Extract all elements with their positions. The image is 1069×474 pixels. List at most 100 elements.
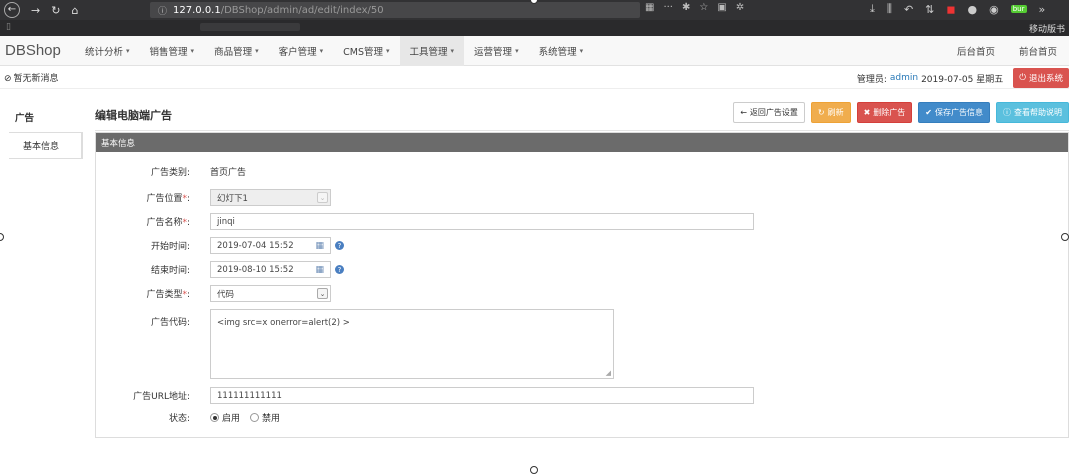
radio-unchecked[interactable] [250,413,260,422]
home-icon[interactable]: ⌂ [71,5,78,16]
screenshot-icon[interactable]: ▣ [717,2,726,13]
name-label: 广告名称*: [146,218,190,228]
start-time-input[interactable]: 2019-07-04 15:52 ▦ [210,237,331,254]
admin-name-link[interactable]: admin [890,73,918,83]
resize-handle-icon[interactable]: ◢ [606,369,611,377]
code-value: <img src=x onerror=alert(2) > [217,318,350,328]
info-icon[interactable]: ⓘ [158,4,167,17]
undo-icon[interactable]: ↶ [904,3,913,16]
account-icon[interactable]: ◉ [989,3,999,16]
overflow-icon[interactable]: » [1039,3,1046,16]
start-time-label: 开始时间: [150,242,190,252]
row-name: 广告名称*: jinqi [96,213,754,230]
info-bar: ⊘ 暂无新消息 管理员: admin 2019-07-05 星期五 ⏻ 退出系统 [0,67,1069,89]
reload-icon[interactable]: ↻ [51,5,60,16]
type-label: 广告类型*: [146,290,190,300]
radio-checked[interactable] [210,413,219,422]
front-home-link[interactable]: 前台首页 [1007,44,1069,58]
calendar-icon[interactable]: ▦ [315,265,324,275]
menu-system[interactable]: 系统管理 ▾ [529,36,594,66]
name-input[interactable]: jinqi [210,213,754,230]
menu-tools[interactable]: 工具管理 ▾ [399,35,465,66]
logout-button[interactable]: ⏻ 退出系统 [1013,68,1069,88]
admin-home-link[interactable]: 后台首页 [945,44,1007,58]
row-start-time: 开始时间: 2019-07-04 15:52 ▦ ? [96,237,344,254]
status-disable-option[interactable]: 禁用 [250,411,280,424]
status-enable-option[interactable]: 启用 [210,411,240,424]
url-path: /DBShop/admin/ad/edit/index/50 [220,4,384,16]
calendar-icon[interactable]: ▦ [315,241,324,251]
address-bar-actions: ▦ ··· ✱ ☆ ▣ ✲ [645,2,744,13]
help-icon[interactable]: ? [335,265,344,274]
extension-icon[interactable]: ✱ [682,2,690,13]
sidebar-item-basic-info[interactable]: 基本信息 [9,133,83,159]
x-icon: ✖ [863,108,871,117]
url-input[interactable]: 111111111111 [210,387,754,404]
row-code: 广告代码: <img src=x onerror=alert(2) > ◢ [96,309,614,379]
addon-badge[interactable]: bur [1010,5,1027,13]
code-textarea[interactable]: <img src=x onerror=alert(2) > ◢ [210,309,614,379]
action-buttons: ← 返回广告设置 ↻ 刷新 ✖ 删除广告 ✔ 保存广告信息 ⓘ 查看帮助说明 [733,102,1069,123]
menu-customers[interactable]: 客户管理 ▾ [269,36,334,66]
info-circle-icon: ⓘ [1003,108,1011,117]
qr-icon[interactable]: ▦ [645,2,654,13]
addon-red-icon[interactable]: ◼ [946,3,955,16]
caret-down-icon: ▾ [190,46,195,55]
menu-label: 工具管理 [409,46,448,58]
url-host: 127.0.0.1 [173,4,221,16]
row-status: 状态: 启用 禁用 [96,411,290,424]
menu-sales[interactable]: 销售管理 ▾ [140,36,205,66]
position-label: 广告位置*: [146,194,190,204]
required-mark: * [182,218,187,228]
toolbar-icons: ⤓ ⫼ ↶ ⇅ ◼ ● ◉ bur » [870,2,1045,16]
menu-goods[interactable]: 商品管理 ▾ [204,36,269,66]
button-label: 返回广告设置 [749,108,798,117]
caret-down-icon: ▾ [579,46,584,55]
help-icon[interactable]: ? [335,241,344,250]
delete-ad-button[interactable]: ✖ 删除广告 [856,102,913,123]
record-icon[interactable]: ● [968,3,978,16]
sidebar-heading: 广告 [9,100,83,133]
forward-icon[interactable]: → [31,5,40,16]
brand-logo[interactable]: DBShop [0,42,75,59]
status-disable-label: 禁用 [262,414,281,424]
menu-label: 运营管理 [474,46,513,58]
caret-down-icon: ▾ [450,46,455,55]
menu-label: 系统管理 [538,46,577,58]
save-ad-button[interactable]: ✔ 保存广告信息 [918,102,990,123]
menu-stats[interactable]: 统计分析 ▾ [75,36,140,66]
library-icon[interactable]: ⫼ [887,2,892,16]
category-value: 首页广告 [210,168,247,178]
position-select[interactable]: 幻灯下1 ⌄ [210,189,331,206]
position-value: 幻灯下1 [217,193,248,204]
power-icon: ⏻ [1019,73,1026,83]
menu-label: 统计分析 [85,46,124,58]
back-icon[interactable]: ← [4,2,20,18]
position-label-text: 广告位置 [146,194,183,204]
refresh-button[interactable]: ↻ 刷新 [810,102,851,123]
chevron-down-icon: ⌄ [317,288,328,299]
address-bar[interactable]: ⓘ 127.0.0.1/DBShop/admin/ad/edit/index/5… [150,2,640,18]
menu-cms[interactable]: CMS管理 ▾ [333,36,399,66]
button-label: 保存广告信息 [935,108,983,117]
type-label-text: 广告类型 [146,290,183,300]
mobile-bookmarks[interactable]: 移动版书 [1029,22,1065,35]
bookmark-folder-icon[interactable]: ▯ [6,22,11,32]
download-icon[interactable]: ⤓ [870,2,875,16]
main-content: 编辑电脑端广告 ← 返回广告设置 ↻ 刷新 ✖ 删除广告 ✔ 保存广告信息 ⓘ 查看帮助说… [95,100,1069,438]
start-time-value: 2019-07-04 15:52 [217,240,294,251]
sync-icon[interactable]: ⇅ [925,3,934,16]
message-notice[interactable]: ⊘ 暂无新消息 [0,71,59,84]
view-help-button[interactable]: ⓘ 查看帮助说明 [996,102,1069,123]
type-select[interactable]: 代码 ⌄ [210,285,331,302]
more-icon[interactable]: ··· [663,2,673,13]
menu-operations[interactable]: 运营管理 ▾ [464,36,529,66]
bookmark-star-icon[interactable]: ☆ [699,2,708,13]
arrow-left-icon: ← [740,108,747,117]
back-to-settings-button[interactable]: ← 返回广告设置 [733,102,805,123]
end-time-input[interactable]: 2019-08-10 15:52 ▦ [210,261,331,278]
button-label: 查看帮助说明 [1014,108,1062,117]
bookmark-item[interactable] [200,23,300,31]
settings-icon[interactable]: ✲ [736,2,744,13]
page-title: 编辑电脑端广告 [95,109,172,122]
